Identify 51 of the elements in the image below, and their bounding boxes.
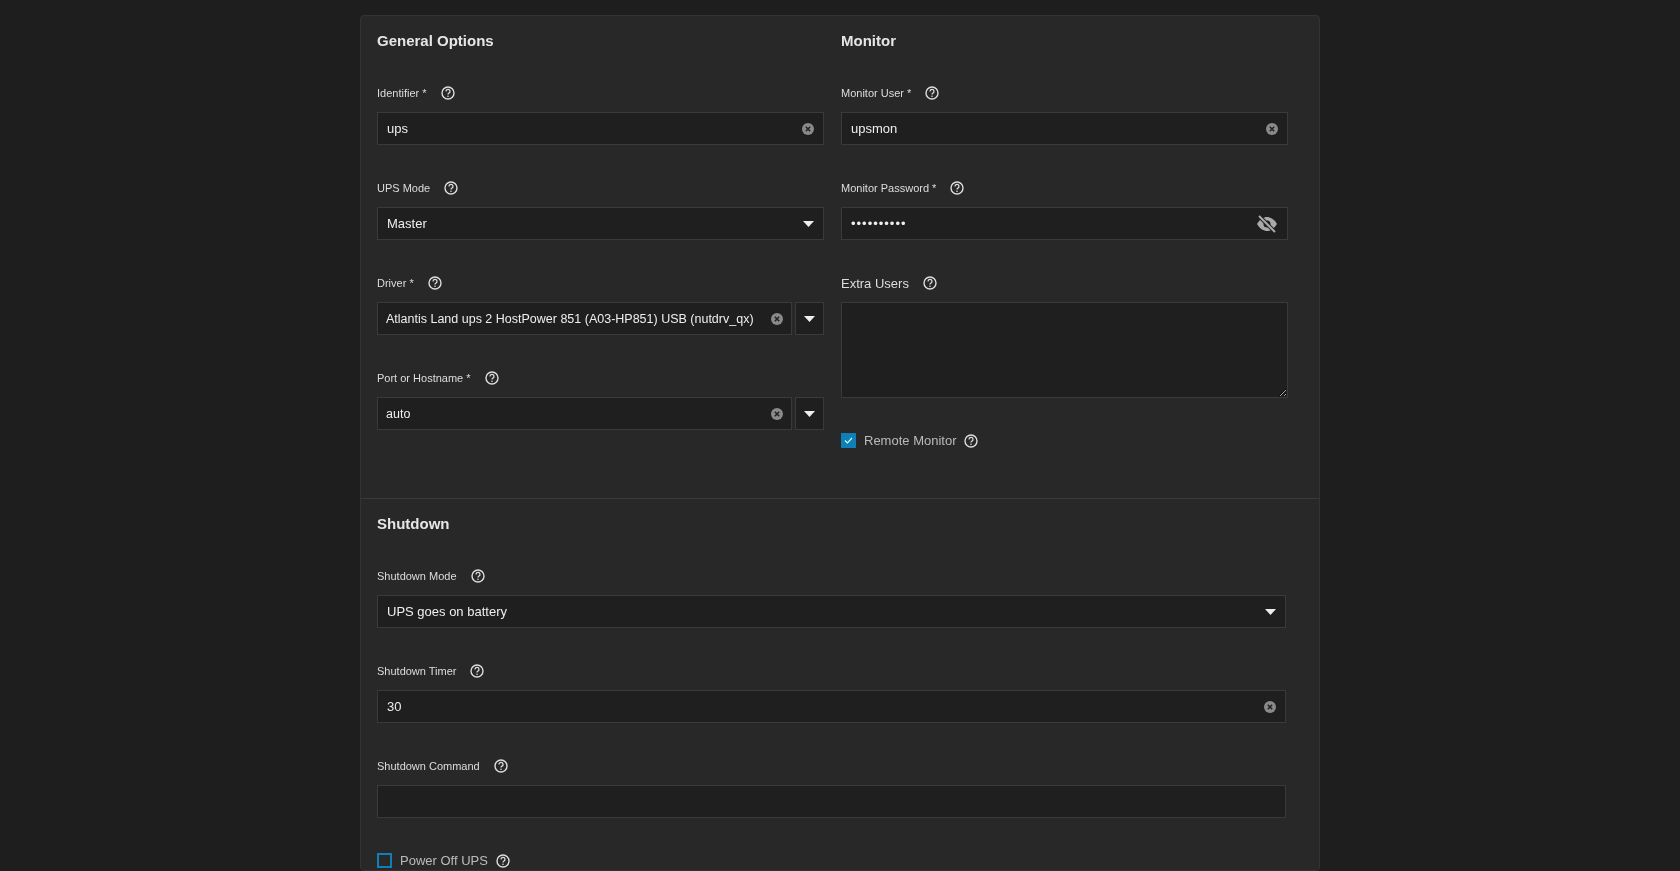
combo-field[interactable]: Atlantis Land ups 2 HostPower 851 (A03-HP851) USB (nutdrv_qx) [377,302,792,335]
help-icon[interactable] [493,759,508,773]
field-label: Extra Users [841,275,909,291]
checkbox-label: Remote Monitor [864,433,957,448]
help-icon[interactable] [444,181,459,195]
help-icon[interactable] [964,433,979,448]
dropdown-button[interactable] [795,302,824,335]
help-icon[interactable] [470,569,485,583]
field-label: Shutdown Command [377,760,480,772]
help-icon[interactable] [470,664,485,678]
clear-icon[interactable] [802,122,814,135]
text-field[interactable]: upsmon [841,112,1288,145]
caret-icon [803,220,814,227]
help-icon[interactable] [925,86,940,100]
eye-off-icon[interactable] [1256,214,1278,233]
section-title: Monitor [841,32,897,51]
section-title: Shutdown [377,515,451,534]
help-icon[interactable] [495,853,510,868]
clear-icon[interactable] [1264,700,1276,713]
field-label: Monitor Password * [841,182,937,194]
select-field[interactable]: Master [377,207,824,240]
check-icon [844,437,853,444]
help-icon[interactable] [950,181,965,195]
caret-icon [804,410,815,417]
field-label: UPS Mode [377,182,431,194]
checkbox-label: Power Off UPS [400,853,488,868]
help-icon[interactable] [484,371,499,385]
text-field[interactable]: 30 [377,690,1286,723]
combo-field[interactable]: auto [377,397,792,430]
dropdown-button[interactable] [795,397,824,430]
field-label: Shutdown Timer [377,665,457,677]
caret-icon [804,315,815,322]
password-field[interactable]: •••••••••• [841,207,1288,240]
clear-icon[interactable] [771,312,783,325]
field-label: Driver * [377,277,414,289]
field-label: Monitor User * [841,87,912,99]
text-field[interactable] [377,785,1286,818]
text-field[interactable]: ups [377,112,824,145]
clear-icon[interactable] [771,407,783,420]
field-label: Port or Hostname * [377,372,471,384]
section-title: General Options [377,32,495,51]
field-label: Shutdown Mode [377,570,457,582]
checkbox[interactable] [841,433,856,448]
caret-icon [1265,608,1276,615]
field-label: Identifier * [377,87,427,99]
help-icon[interactable] [922,276,937,290]
help-icon[interactable] [427,276,442,290]
select-field[interactable]: UPS goes on battery [377,595,1286,628]
clear-icon[interactable] [1266,122,1278,135]
checkbox[interactable] [377,853,392,868]
help-icon[interactable] [440,86,455,100]
